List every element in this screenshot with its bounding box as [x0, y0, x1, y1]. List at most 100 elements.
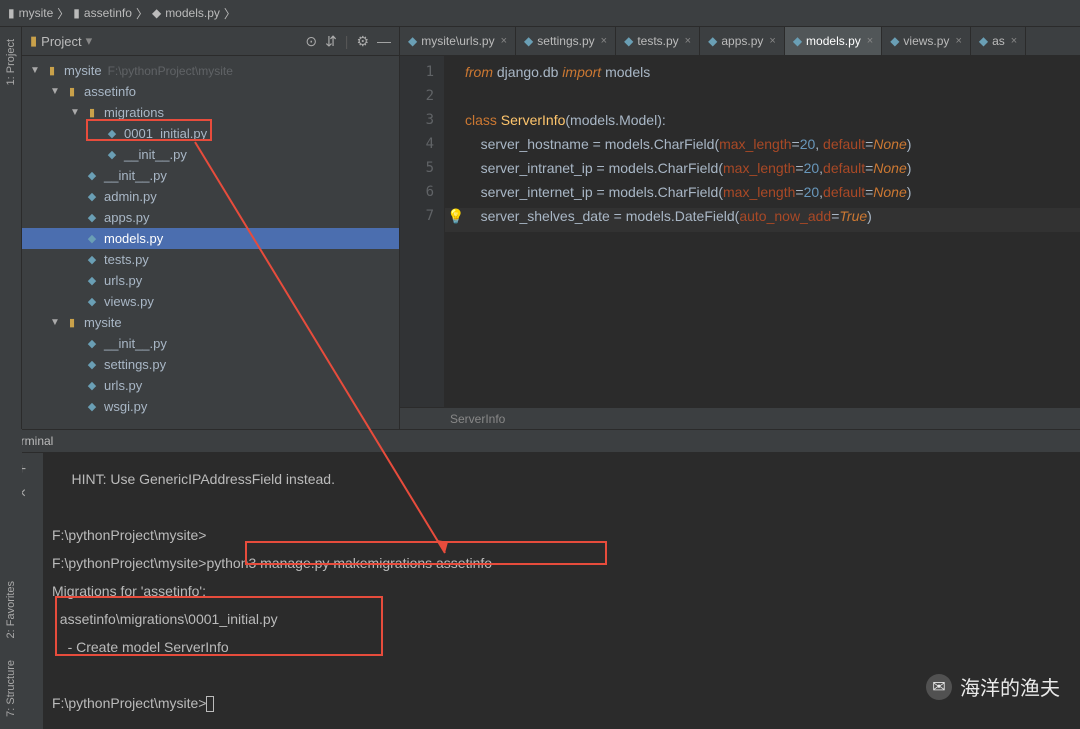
- favorites-tool-tab[interactable]: 2: Favorites: [3, 575, 19, 644]
- terminal-header[interactable]: Terminal: [0, 429, 1080, 453]
- expand-arrow-icon[interactable]: ▼: [30, 65, 44, 76]
- project-tree[interactable]: ▼▮mysiteF:\pythonProject\mysite▼▮assetin…: [22, 56, 399, 429]
- breadcrumb-item[interactable]: mysite: [19, 6, 54, 20]
- python-file-icon: ◆: [979, 34, 988, 48]
- folder-icon: ▮: [8, 6, 15, 20]
- tree-item[interactable]: ◆ views.py: [22, 291, 399, 312]
- line-gutter: 1234567: [400, 56, 445, 407]
- editor-tab[interactable]: ◆ as ×: [971, 27, 1026, 55]
- tree-item-label: apps.py: [104, 210, 150, 225]
- python-file-icon: ◆: [84, 357, 100, 373]
- tree-item-label: mysite: [84, 315, 122, 330]
- editor-area: ◆mysite\urls.py×◆settings.py×◆tests.py×◆…: [400, 27, 1080, 429]
- tree-item[interactable]: ◆ apps.py: [22, 207, 399, 228]
- folder-icon: ▮: [64, 315, 80, 331]
- close-icon[interactable]: ×: [601, 35, 607, 47]
- python-file-icon: ◆: [84, 189, 100, 205]
- chevron-right-icon: 〉: [57, 5, 69, 22]
- python-file-icon: ◆: [84, 378, 100, 394]
- tree-item[interactable]: ◆ urls.py: [22, 375, 399, 396]
- line-number: 4: [400, 136, 444, 160]
- tree-item[interactable]: ◆0001_initial.py: [22, 123, 399, 144]
- tree-item-label: assetinfo: [84, 84, 136, 99]
- terminal-content[interactable]: HINT: Use GenericIPAddressField instead.…: [44, 453, 1080, 729]
- python-file-icon: ◆: [152, 6, 161, 20]
- terminal-panel: Terminal + × HINT: Use GenericIPAddressF…: [0, 429, 1080, 729]
- tree-item-label: admin.py: [104, 189, 157, 204]
- tree-item[interactable]: ◆tests.py: [22, 249, 399, 270]
- tree-item-label: views.py: [104, 294, 154, 309]
- editor-tab[interactable]: ◆ views.py ×: [882, 27, 971, 55]
- expand-arrow-icon[interactable]: ▼: [50, 317, 64, 328]
- expand-arrow-icon[interactable]: ▼: [70, 107, 84, 118]
- close-icon[interactable]: ×: [769, 35, 775, 47]
- gear-icon[interactable]: ⚙: [356, 33, 369, 50]
- panel-header: ▮ Project ▾ ⊙ ⇵ | ⚙ —: [22, 27, 399, 56]
- line-number: 5: [400, 160, 444, 184]
- python-file-icon: ◆: [624, 34, 633, 48]
- python-file-icon: ◆: [84, 294, 100, 310]
- editor-tab[interactable]: ◆ tests.py ×: [616, 27, 700, 55]
- tree-item[interactable]: ◆__init__.py: [22, 144, 399, 165]
- line-number: 3: [400, 112, 444, 136]
- python-file-icon: ◆: [84, 399, 100, 415]
- python-file-icon: ◆: [84, 231, 100, 247]
- python-file-icon: ◆: [84, 210, 100, 226]
- left-tool-gutter: 1: Project: [0, 27, 22, 429]
- tab-label: tests.py: [637, 34, 678, 48]
- close-icon[interactable]: ×: [1011, 35, 1017, 47]
- dropdown-icon[interactable]: ▾: [86, 33, 93, 49]
- structure-tool-tab[interactable]: 7: Structure: [3, 654, 19, 723]
- editor-tab[interactable]: ◆mysite\urls.py×: [400, 27, 516, 55]
- python-file-icon: ◆: [104, 126, 120, 142]
- tree-item-label: tests.py: [104, 252, 149, 267]
- tree-item[interactable]: ◆ settings.py: [22, 354, 399, 375]
- code-editor[interactable]: 💡 from django.db import models class Ser…: [445, 56, 1080, 407]
- tree-item-label: __init__.py: [124, 147, 187, 162]
- minimize-icon[interactable]: —: [377, 33, 391, 50]
- left-tool-gutter-bottom: 7: Structure 2: Favorites: [0, 429, 22, 729]
- python-file-icon: ◆: [524, 34, 533, 48]
- line-number: 1: [400, 64, 444, 88]
- editor-breadcrumb[interactable]: ServerInfo: [400, 407, 1080, 429]
- breadcrumb-item[interactable]: models.py: [165, 6, 220, 20]
- tree-item[interactable]: ▼▮ assetinfo: [22, 81, 399, 102]
- tree-item[interactable]: ▼▮ mysite: [22, 312, 399, 333]
- panel-title[interactable]: Project: [41, 34, 81, 49]
- folder-icon: ▮: [64, 84, 80, 100]
- editor-tab[interactable]: ◆ settings.py ×: [516, 27, 616, 55]
- close-icon[interactable]: ×: [955, 35, 961, 47]
- tree-item[interactable]: ▼▮migrations: [22, 102, 399, 123]
- tree-item[interactable]: ◆__init__.py: [22, 165, 399, 186]
- editor-tab[interactable]: ◆apps.py×: [700, 27, 785, 55]
- tree-item[interactable]: ◆models.py: [22, 228, 399, 249]
- python-file-icon: ◆: [793, 34, 802, 48]
- close-icon[interactable]: ×: [685, 35, 691, 47]
- tree-item[interactable]: ◆__init__.py: [22, 333, 399, 354]
- tab-label: models.py: [806, 34, 861, 48]
- tree-item-label: urls.py: [104, 273, 142, 288]
- intention-bulb-icon[interactable]: 💡: [447, 208, 464, 225]
- breadcrumb-item[interactable]: assetinfo: [84, 6, 132, 20]
- tab-label: as: [992, 34, 1005, 48]
- project-tool-tab[interactable]: 1: Project: [3, 33, 19, 91]
- wechat-icon: ✉: [926, 674, 952, 700]
- python-file-icon: ◆: [890, 34, 899, 48]
- project-panel: ▮ Project ▾ ⊙ ⇵ | ⚙ — ▼▮mysiteF:\pythonP…: [22, 27, 400, 429]
- close-icon[interactable]: ×: [867, 35, 873, 47]
- expand-arrow-icon[interactable]: ▼: [50, 86, 64, 97]
- editor-tab[interactable]: ◆ models.py ×: [785, 27, 882, 55]
- tree-item-label: urls.py: [104, 378, 142, 393]
- tree-item[interactable]: ▼▮mysiteF:\pythonProject\mysite: [22, 60, 399, 81]
- tree-item-label: mysite: [64, 63, 102, 78]
- tab-label: views.py: [903, 34, 949, 48]
- tab-label: settings.py: [537, 34, 594, 48]
- chevron-right-icon: 〉: [136, 5, 148, 22]
- collapse-icon[interactable]: ⇵: [325, 33, 337, 50]
- tree-item[interactable]: ◆urls.py: [22, 270, 399, 291]
- tree-item-label: settings.py: [104, 357, 166, 372]
- locate-icon[interactable]: ⊙: [305, 33, 317, 50]
- tree-item[interactable]: ◆wsgi.py: [22, 396, 399, 417]
- close-icon[interactable]: ×: [501, 35, 507, 47]
- tree-item[interactable]: ◆ admin.py: [22, 186, 399, 207]
